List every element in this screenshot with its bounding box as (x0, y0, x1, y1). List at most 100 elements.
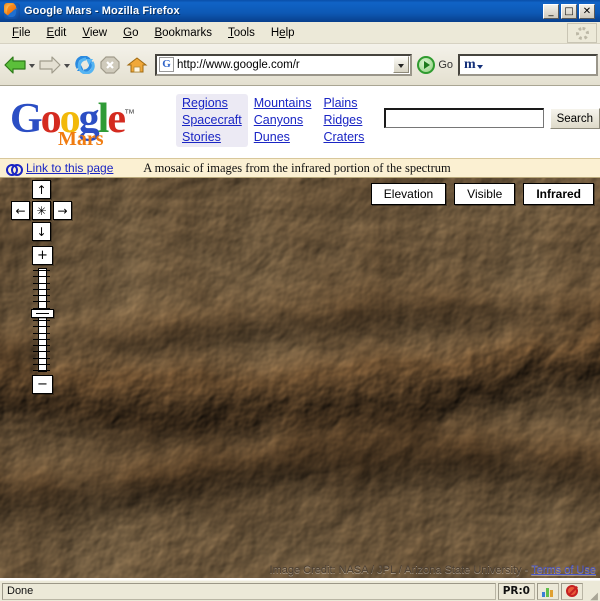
go-button[interactable]: Go (417, 55, 453, 74)
menu-file[interactable]: File (4, 25, 39, 41)
menu-go[interactable]: Go (115, 25, 146, 41)
nav-link-mountains[interactable]: Mountains (254, 96, 312, 111)
google-favicon: G (159, 57, 174, 72)
menu-bookmarks-rest: ookmarks (162, 26, 212, 39)
zoom-in-button[interactable]: + (32, 246, 53, 265)
zoom-control: + − (31, 246, 54, 394)
image-credit: Image Credit: NASA / JPL / Arizona State… (270, 564, 596, 576)
page-content: Google™ Mars Regions Spacecraft Stories … (0, 86, 600, 580)
nav-column-secondary: Mountains Canyons Dunes (248, 94, 318, 147)
image-credit-text: Image Credit: NASA / JPL / Arizona State… (269, 564, 532, 576)
go-label: Go (438, 58, 453, 71)
menu-bookmarks[interactable]: Bookmarks (146, 25, 220, 41)
map-caption: A mosaic of images from the infrared por… (143, 160, 451, 175)
menu-go-rest: o (132, 26, 139, 39)
toolbar-search-input[interactable]: m (458, 53, 598, 76)
stop-icon[interactable] (98, 52, 124, 78)
no-entry-icon[interactable] (561, 582, 583, 600)
navigation-toolbar: G http://www.google.com/r Go m (0, 44, 600, 86)
url-text[interactable]: http://www.google.com/r (177, 59, 393, 71)
pan-up-button[interactable]: ↑ (32, 180, 51, 199)
forward-dropdown-icon[interactable] (63, 52, 72, 78)
menu-help-rest: lp (285, 26, 295, 39)
pan-left-button[interactable]: ← (11, 201, 30, 220)
pan-control: ↑ ← ✳ → ↓ (10, 180, 72, 241)
maximize-button[interactable]: □ (561, 3, 577, 19)
search-engine-letter: m (464, 56, 476, 72)
pagerank-indicator[interactable]: PR:0 (497, 582, 535, 600)
home-icon[interactable] (124, 52, 150, 78)
reload-icon[interactable] (72, 52, 98, 78)
menu-tools[interactable]: Tools (220, 25, 263, 41)
no-entry-glyph (566, 585, 578, 597)
trademark-symbol: ™ (124, 108, 135, 120)
go-icon (417, 55, 436, 74)
throbber-icon (567, 23, 597, 43)
pan-right-button[interactable]: → (53, 201, 72, 220)
menu-edit[interactable]: Edit (39, 25, 75, 41)
nav-link-craters[interactable]: Craters (323, 130, 364, 145)
bar-chart-icon[interactable] (537, 582, 559, 600)
title-bar: Google Mars - Mozilla Firefox _ □ ✕ (0, 0, 600, 22)
logo-subtitle: Mars (58, 128, 104, 150)
pan-center-button[interactable]: ✳ (32, 201, 51, 220)
status-bar: Done PR:0 (0, 580, 600, 601)
map-mode-visible[interactable]: Visible (454, 183, 516, 205)
google-mars-logo[interactable]: Google™ Mars (10, 92, 168, 150)
mars-terrain-image[interactable] (0, 178, 600, 578)
nav-link-spacecraft[interactable]: Spacecraft (182, 113, 242, 128)
forward-arrow-icon[interactable] (37, 52, 63, 78)
window-title: Google Mars - Mozilla Firefox (24, 5, 180, 17)
site-search: Search (384, 108, 600, 129)
window-controls: _ □ ✕ (543, 3, 598, 19)
back-dropdown-icon[interactable] (28, 52, 37, 78)
map-mode-elevation[interactable]: Elevation (370, 183, 447, 205)
site-search-input[interactable] (384, 108, 544, 128)
menu-go-accel: G (123, 26, 133, 39)
logo-letter-o1: o (40, 96, 62, 142)
menu-bookmarks-accel: B (154, 26, 163, 39)
logo-letter-e: e (107, 96, 126, 142)
zoom-out-button[interactable]: − (32, 375, 53, 394)
map-mode-buttons: Elevation Visible Infrared (370, 183, 594, 205)
terms-of-use-link[interactable]: Terms of Use (531, 564, 596, 576)
nav-column-tertiary: Plains Ridges Craters (317, 94, 370, 147)
browser-window: Google Mars - Mozilla Firefox _ □ ✕ File… (0, 0, 600, 601)
nav-link-ridges[interactable]: Ridges (323, 113, 364, 128)
site-search-button[interactable]: Search (549, 108, 600, 129)
status-message: Done (2, 582, 496, 600)
close-icon: ✕ (582, 5, 592, 17)
menu-bar: File Edit View Go Bookmarks Tools Help (0, 22, 600, 44)
map-mode-infrared[interactable]: Infrared (523, 183, 594, 205)
url-bar[interactable]: G http://www.google.com/r (155, 53, 413, 76)
site-nav: Regions Spacecraft Stories Mountains Can… (176, 94, 370, 147)
site-header: Google™ Mars Regions Spacecraft Stories … (0, 86, 600, 158)
back-arrow-icon[interactable] (2, 52, 28, 78)
menu-view-accel: V (82, 26, 90, 39)
url-dropdown-icon[interactable] (393, 56, 410, 73)
zoom-slider-thumb[interactable] (31, 309, 54, 318)
menu-edit-rest: dit (54, 26, 67, 39)
nav-column-primary: Regions Spacecraft Stories (176, 94, 248, 147)
pan-down-button[interactable]: ↓ (32, 222, 51, 241)
menu-help[interactable]: Help (263, 25, 303, 41)
minimize-icon: _ (548, 5, 554, 17)
resize-grip-icon[interactable] (585, 583, 599, 601)
close-button[interactable]: ✕ (579, 3, 595, 19)
nav-link-canyons[interactable]: Canyons (254, 113, 312, 128)
search-engine-dropdown-icon[interactable] (476, 65, 483, 69)
nav-link-regions[interactable]: Regions (182, 96, 242, 111)
menu-view-rest: iew (89, 26, 108, 39)
menu-tools-rest: ools (233, 26, 255, 39)
logo-letter-g1: G (10, 96, 43, 142)
maximize-icon: □ (564, 5, 574, 17)
nav-link-plains[interactable]: Plains (323, 96, 364, 111)
firefox-icon (4, 3, 20, 19)
minimize-button[interactable]: _ (543, 3, 559, 19)
nav-link-dunes[interactable]: Dunes (254, 130, 312, 145)
nav-link-stories[interactable]: Stories (182, 130, 242, 145)
menu-view[interactable]: View (74, 25, 115, 41)
mars-map[interactable]: Elevation Visible Infrared ↑ ← ✳ → ↓ + −… (0, 178, 600, 578)
menu-file-accel: F (12, 26, 20, 39)
menu-help-pre: H (270, 26, 280, 39)
